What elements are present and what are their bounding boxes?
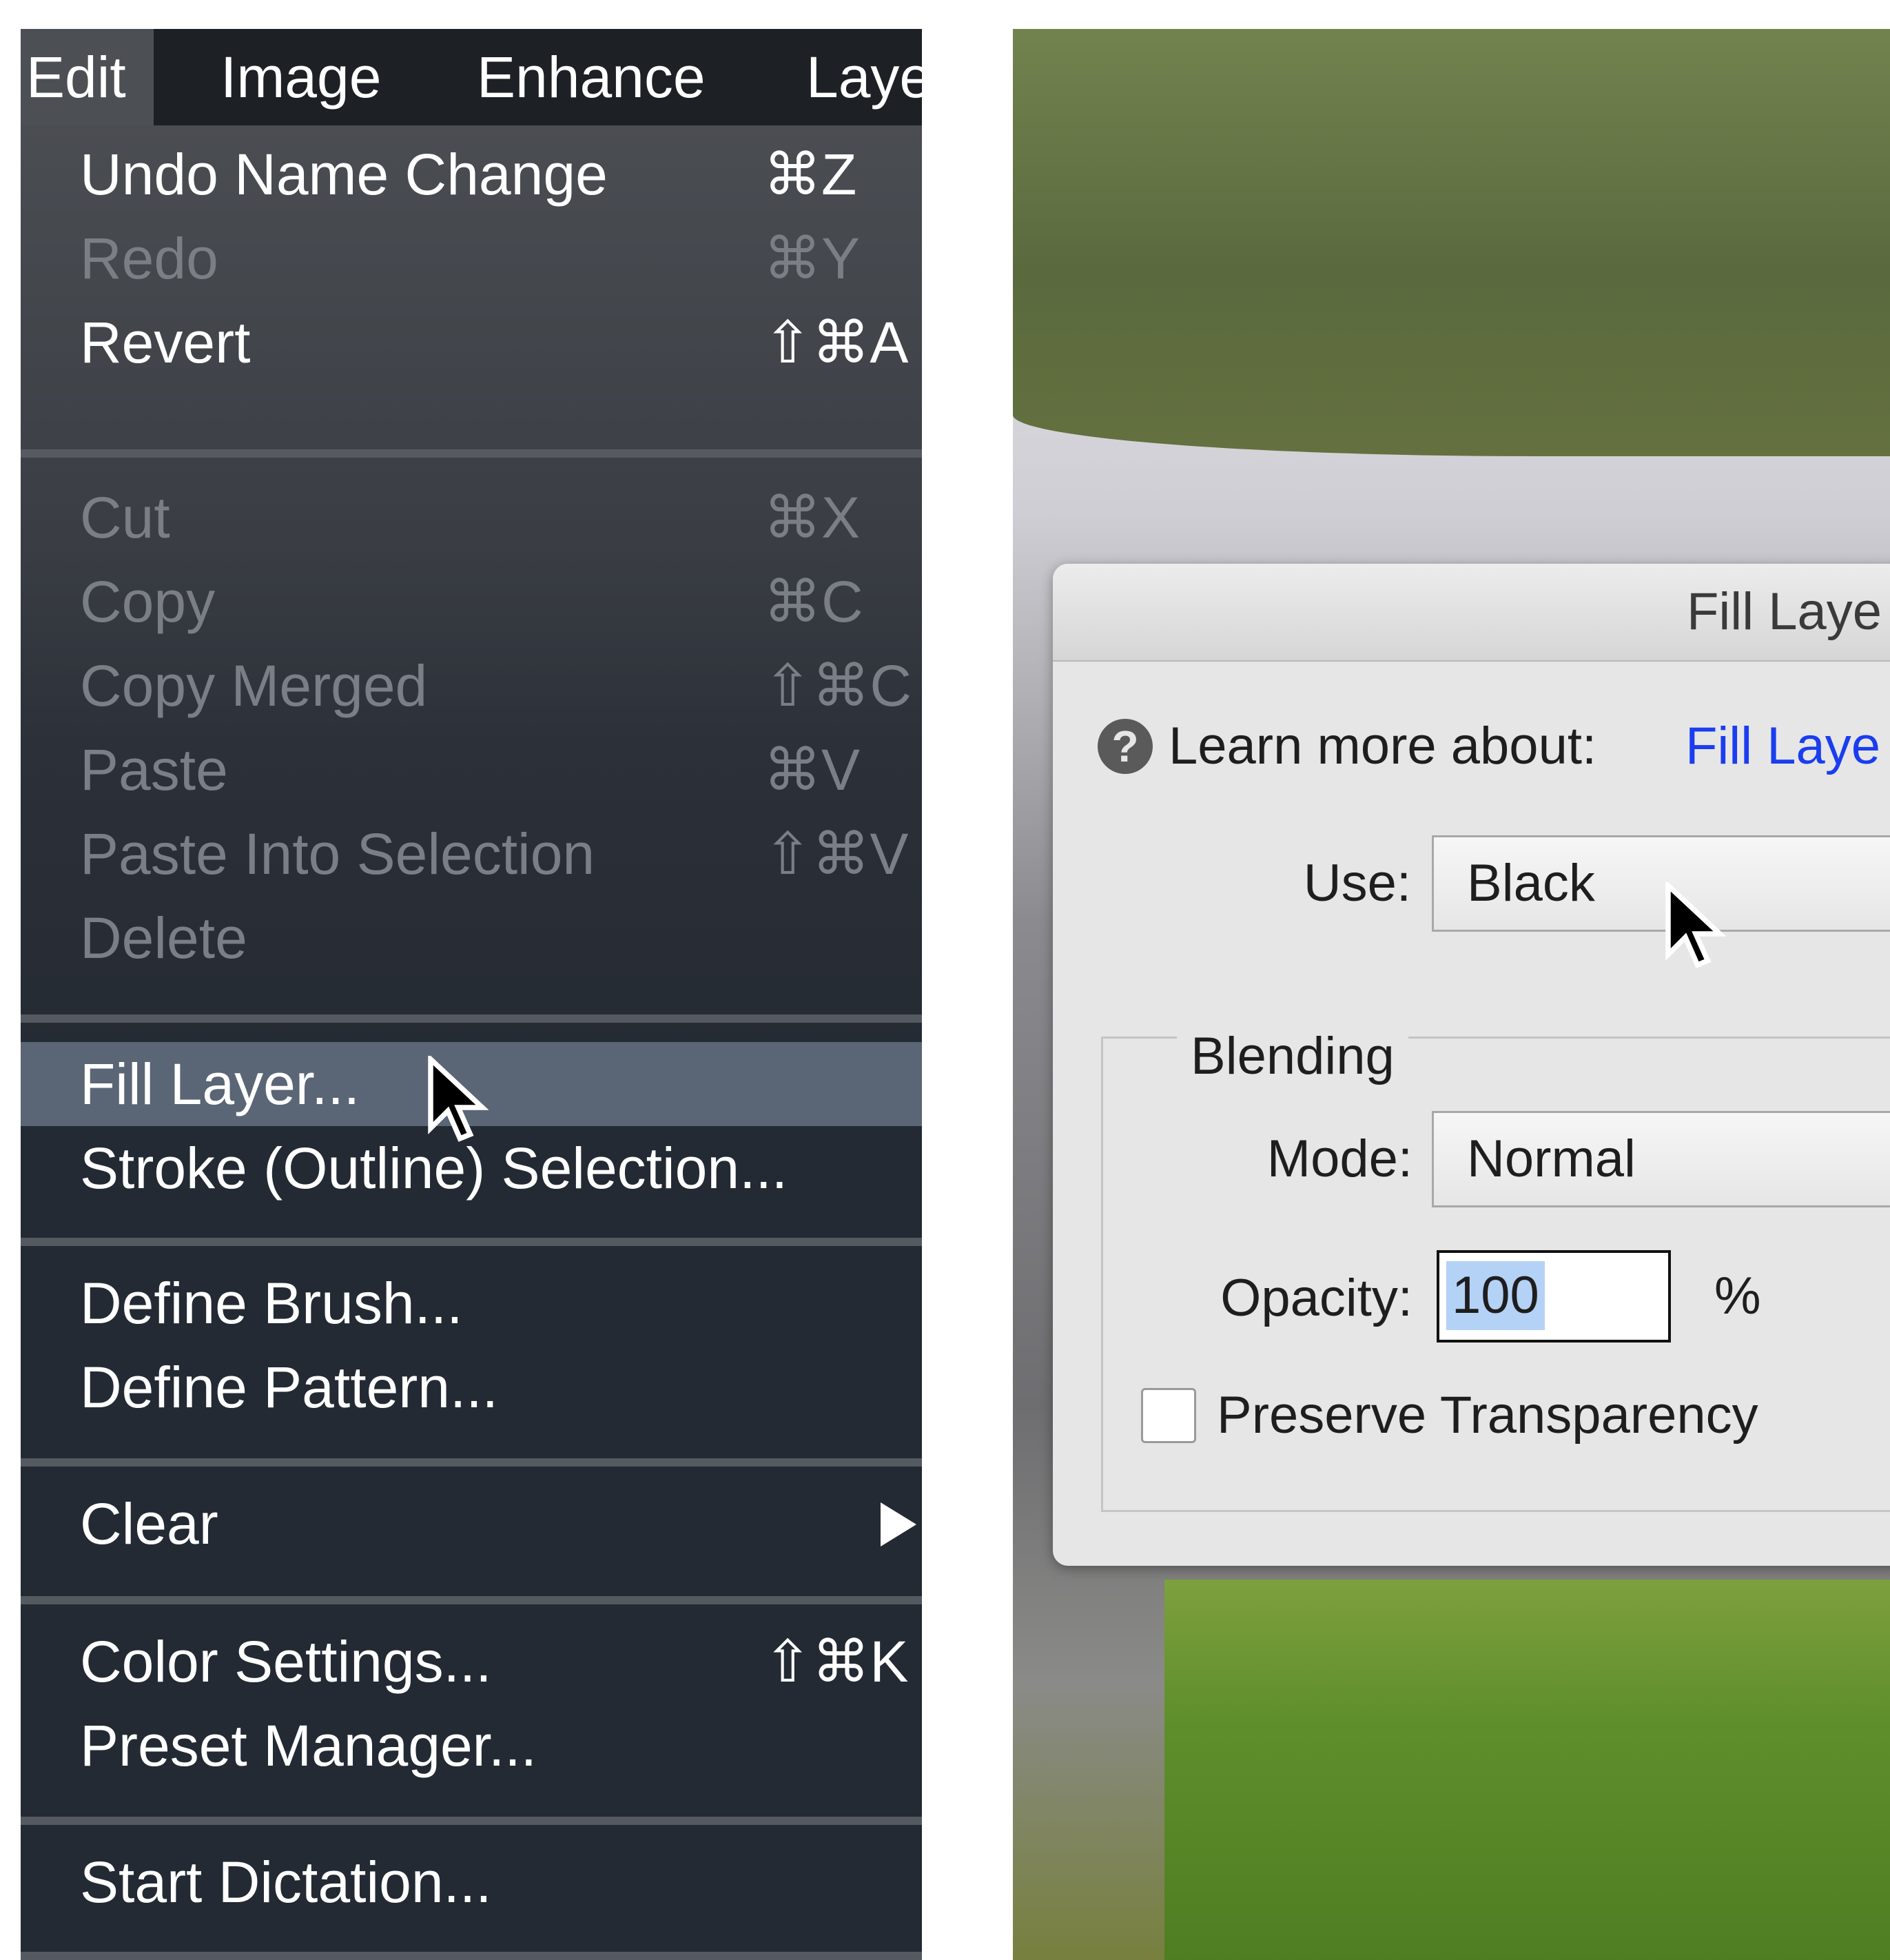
menu-item-label: Define Pattern... <box>80 1355 498 1420</box>
menubar: Edit Image Enhance Laye <box>21 29 922 125</box>
menu-item-shortcut: ⌘Y <box>763 226 861 291</box>
menu-item-define-brush[interactable]: Define Brush... <box>21 1261 922 1345</box>
menu-item-shortcut: ⌘X <box>763 485 861 550</box>
mode-select[interactable]: Normal <box>1432 1111 1890 1207</box>
menu-item-label: Revert <box>80 310 251 375</box>
menu-item-label: Paste Into Selection <box>80 821 595 886</box>
opacity-input[interactable]: 100 <box>1437 1250 1671 1343</box>
menu-item-label: Start Dictation... <box>80 1850 492 1915</box>
blending-legend: Blending <box>1177 1015 1408 1098</box>
mode-label: Mode: <box>1266 1130 1413 1188</box>
menu-separator <box>21 1952 922 1960</box>
submenu-arrow-icon <box>881 1502 916 1546</box>
menu-item-delete[interactable]: Delete <box>21 896 922 980</box>
menu-item-label: Cut <box>80 485 170 550</box>
fill-layer-dialog: Fill Laye ? Learn more about: Fill Laye … <box>1053 564 1890 1566</box>
mouse-cursor-icon <box>428 1056 489 1142</box>
menubar-item-image[interactable]: Image <box>220 29 381 125</box>
menu-item-cut[interactable]: Cut ⌘X <box>21 476 922 560</box>
use-select-value: Black <box>1467 854 1595 912</box>
photo-grass <box>1164 1580 1890 1960</box>
preserve-transparency-checkbox[interactable] <box>1141 1388 1196 1443</box>
learn-more-label: Learn more about: <box>1169 717 1597 775</box>
learn-more-link[interactable]: Fill Laye <box>1685 712 1880 781</box>
use-select[interactable]: Black <box>1432 835 1890 932</box>
menu-item-preset-manager[interactable]: Preset Manager... <box>21 1704 922 1788</box>
opacity-label: Opacity: <box>1220 1269 1413 1327</box>
menu-item-label: Undo Name Change <box>80 142 608 207</box>
menu-item-revert[interactable]: Revert ⇧⌘A <box>21 300 922 385</box>
menu-item-label: Define Brush... <box>80 1271 463 1336</box>
menu-item-shortcut: ⇧⌘A <box>763 310 909 375</box>
opacity-input-value: 100 <box>1446 1261 1545 1330</box>
menu-item-shortcut: ⇧⌘C <box>763 653 912 718</box>
menu-item-redo[interactable]: Redo ⌘Y <box>21 216 922 300</box>
menu-item-define-pattern[interactable]: Define Pattern... <box>21 1345 922 1429</box>
menu-item-shortcut: ⌘V <box>763 737 861 802</box>
preserve-transparency-label[interactable]: Preserve Transparency <box>1217 1378 1758 1453</box>
menu-item-clear[interactable]: Clear <box>21 1482 922 1566</box>
edit-menu-panel: Edit Image Enhance Laye Undo Name Change… <box>21 29 922 1960</box>
menu-item-shortcut: ⇧⌘K <box>763 1629 909 1694</box>
menu-item-label: Fill Layer... <box>80 1052 360 1116</box>
dialog-title: Fill Laye <box>1687 582 1882 641</box>
menu-item-copy-merged[interactable]: Copy Merged ⇧⌘C <box>21 644 922 728</box>
menu-separator <box>21 1458 922 1467</box>
use-label: Use: <box>1303 854 1411 912</box>
mode-select-value: Normal <box>1467 1130 1636 1188</box>
menu-item-label: Color Settings... <box>80 1629 492 1694</box>
menu-item-label: Preset Manager... <box>80 1713 537 1778</box>
menu-item-label: Paste <box>80 737 228 802</box>
menu-item-start-dictation[interactable]: Start Dictation... <box>21 1840 922 1924</box>
menu-separator <box>21 1596 922 1604</box>
help-icon[interactable]: ? <box>1098 719 1153 774</box>
menu-item-label: Clear <box>80 1491 218 1556</box>
mouse-cursor-icon <box>1665 882 1727 968</box>
menu-separator <box>21 1817 922 1825</box>
menu-item-label: Copy Merged <box>80 653 428 718</box>
dialog-titlebar[interactable]: Fill Laye <box>1053 564 1890 662</box>
menu-item-undo[interactable]: Undo Name Change ⌘Z <box>21 132 922 216</box>
menubar-item-edit[interactable]: Edit <box>21 29 154 125</box>
menu-separator <box>21 1238 922 1246</box>
menu-item-shortcut: ⇧⌘V <box>763 821 909 886</box>
edit-dropdown: Undo Name Change ⌘Z Redo ⌘Y Revert ⇧⌘A C… <box>21 125 922 1960</box>
photo-sky <box>1013 29 1890 456</box>
menu-item-label: Delete <box>80 906 247 970</box>
menu-item-copy[interactable]: Copy ⌘C <box>21 560 922 644</box>
menu-item-label: Copy <box>80 569 216 634</box>
menu-separator <box>21 449 922 458</box>
menu-item-shortcut: ⌘C <box>763 569 863 634</box>
menu-separator <box>21 1014 922 1023</box>
menu-item-paste[interactable]: Paste ⌘V <box>21 728 922 812</box>
menu-item-shortcut: ⌘Z <box>763 142 857 207</box>
opacity-unit: % <box>1714 1267 1761 1325</box>
menubar-item-enhance[interactable]: Enhance <box>477 29 706 125</box>
menubar-item-layer[interactable]: Laye <box>806 29 922 125</box>
menu-item-paste-into-selection[interactable]: Paste Into Selection ⇧⌘V <box>21 812 922 896</box>
menu-item-label: Redo <box>80 226 218 291</box>
menu-item-color-settings[interactable]: Color Settings... ⇧⌘K <box>21 1620 922 1704</box>
